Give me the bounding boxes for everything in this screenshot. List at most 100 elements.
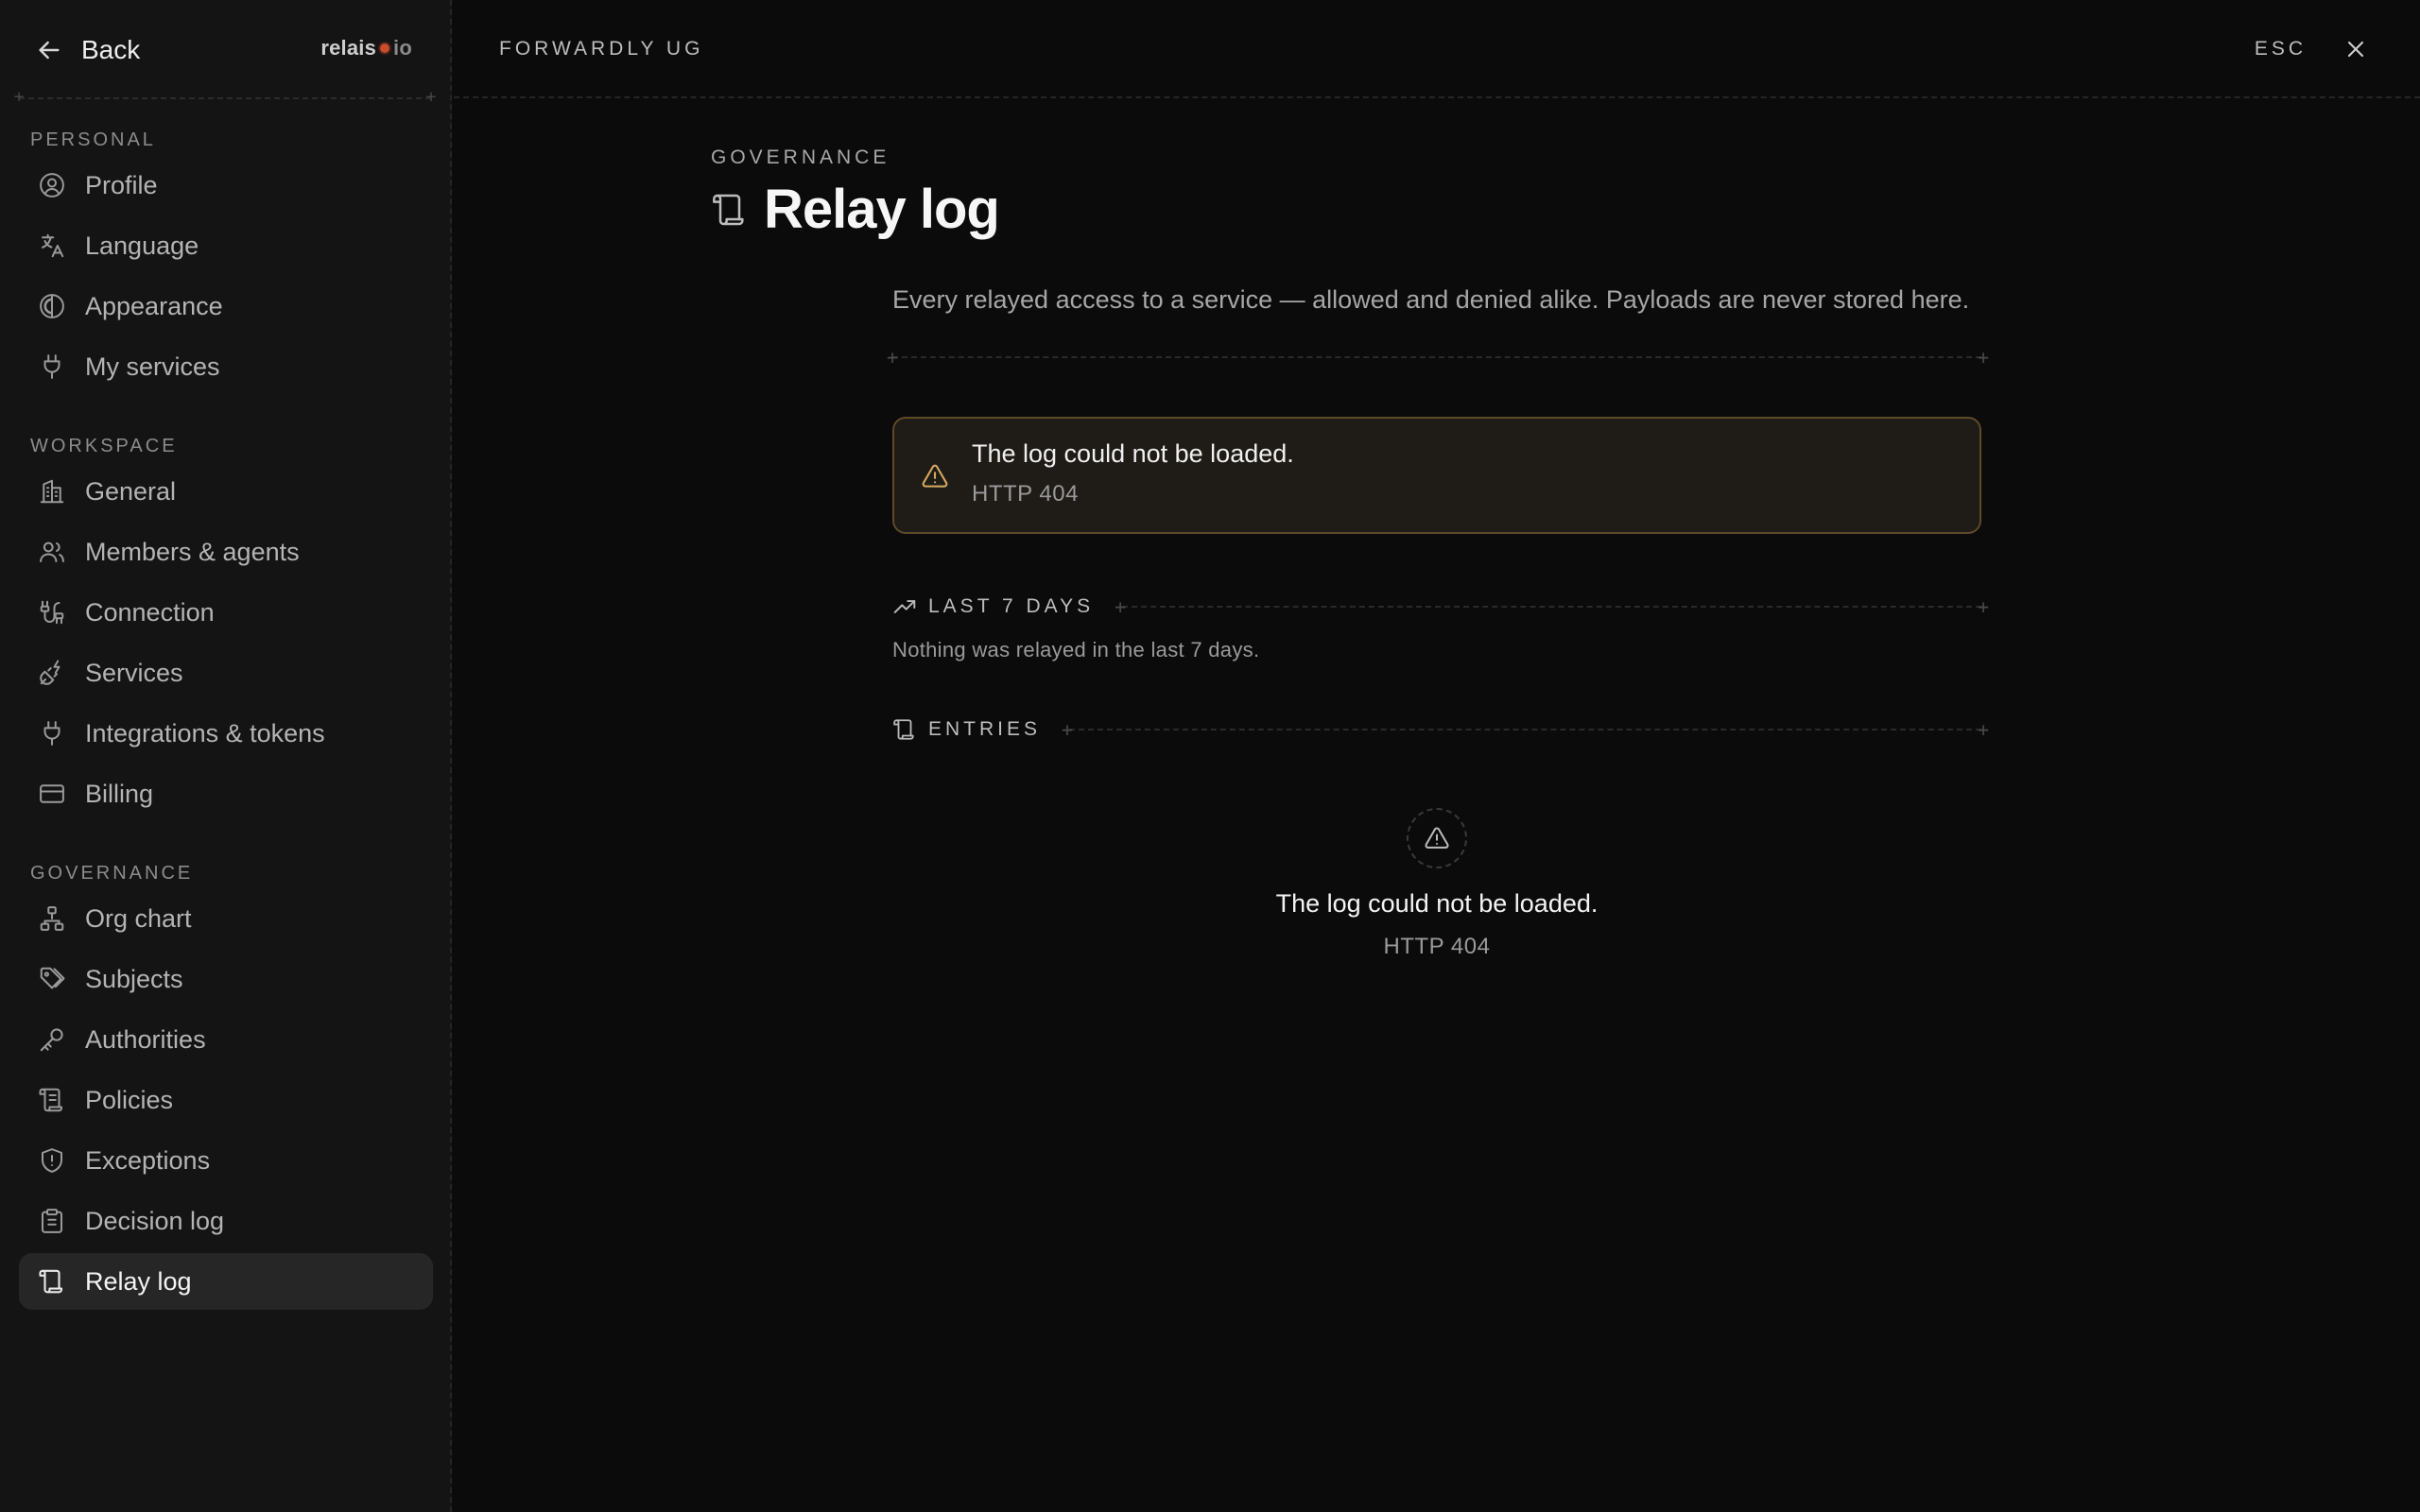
scroll-icon [892,717,917,742]
sidebar-item-integrations-tokens[interactable]: Integrations & tokens [19,705,433,762]
corner-plus-marker: + [1977,718,1989,741]
nav-section-governance: GOVERNANCE [30,863,194,884]
sidebar-item-label: Relay log [85,1266,192,1296]
workspace-name: FORWARDLY UG [499,38,704,60]
credit-card-icon [38,780,66,808]
plug-icon [38,352,66,381]
sidebar: Back relais io + + PERSONAL Profile Lang… [0,0,452,1512]
sidebar-item-org-chart[interactable]: Org chart [19,890,433,947]
corner-plus-marker: + [425,87,437,107]
tags-icon [38,965,66,993]
corner-plus-marker: + [1977,595,1989,618]
trending-up-icon [892,594,917,619]
entries-empty-state: The log could not be loaded. HTTP 404 [892,808,1981,960]
sidebar-item-label: General [85,476,177,506]
sidebar-item-authorities[interactable]: Authorities [19,1011,433,1068]
plug-icon [38,719,66,747]
cable-icon [38,598,66,627]
content-column: Every relayed access to a service — allo… [887,280,1989,960]
sidebar-item-label: Language [85,231,199,260]
entries-section-header: ENTRIES + + [892,715,1989,744]
sidebar-item-label: Org chart [85,903,192,933]
sidebar-item-decision-log[interactable]: Decision log [19,1193,433,1249]
alert-title: The log could not be loaded. [972,439,1294,468]
topbar: FORWARDLY UG ESC [454,0,2420,98]
trend-section-label: LAST 7 DAYS [928,595,1095,617]
sidebar-item-general[interactable]: General [19,463,433,520]
sidebar-divider: + + [14,89,437,106]
contrast-icon [38,292,66,320]
logo-dot [380,43,390,53]
sidebar-item-label: Profile [85,170,158,199]
empty-state-detail: HTTP 404 [1383,934,1491,959]
corner-plus-marker: + [13,87,25,107]
section-divider: + + [1062,720,1989,739]
scroll-icon [711,191,749,229]
sidebar-item-subjects[interactable]: Subjects [19,951,433,1007]
sidebar-item-label: Appearance [85,291,223,320]
sidebar-item-label: Connection [85,597,215,627]
page-title: Relay log [764,179,1000,240]
sidebar-item-my-services[interactable]: My services [19,338,433,395]
sidebar-item-services[interactable]: Services [19,644,433,701]
corner-plus-marker: + [887,346,899,369]
sidebar-item-policies[interactable]: Policies [19,1072,433,1128]
shield-alert-icon [38,1146,66,1175]
page-description: Every relayed access to a service — allo… [892,285,1970,314]
sidebar-item-label: Billing [85,779,154,808]
esc-hint[interactable]: ESC [2255,38,2307,60]
alert-detail: HTTP 404 [972,481,1079,507]
sidebar-item-language[interactable]: Language [19,217,433,274]
sidebar-item-label: Services [85,658,183,687]
section-divider: + + [1115,597,1989,616]
logo-text-primary: relais [320,36,377,60]
warning-triangle-icon [921,462,949,490]
section-divider: + + [887,348,1989,367]
sidebar-item-label: My services [85,352,220,381]
sidebar-item-profile[interactable]: Profile [19,157,433,214]
sidebar-item-label: Members & agents [85,537,300,566]
sidebar-item-billing[interactable]: Billing [19,765,433,822]
empty-state-icon-ring [1407,808,1467,868]
nav-section-workspace: WORKSPACE [30,436,178,456]
logo-text-secondary: io [393,36,412,60]
back-label: Back [81,35,141,64]
sidebar-item-exceptions[interactable]: Exceptions [19,1132,433,1189]
corner-plus-marker: + [1977,346,1989,369]
corner-plus-marker: + [1115,595,1127,618]
trend-section-header: LAST 7 DAYS + + [892,593,1989,621]
warning-triangle-icon [1424,825,1450,851]
sidebar-item-label: Exceptions [85,1145,211,1175]
brand-logo: relais io [320,36,412,60]
sidebar-item-label: Integrations & tokens [85,718,325,747]
back-button[interactable]: Back [34,30,140,70]
corner-plus-marker: + [1062,718,1074,741]
network-icon [38,904,66,933]
sidebar-header: Back relais io + + [0,0,450,106]
users-icon [38,538,66,566]
empty-state-title: The log could not be loaded. [1275,889,1599,918]
scroll-icon [38,1267,66,1296]
sidebar-item-label: Subjects [85,964,183,993]
arrow-left-icon [34,35,64,65]
trend-empty-text: Nothing was relayed in the last 7 days. [892,638,1260,662]
sidebar-item-connection[interactable]: Connection [19,584,433,641]
sidebar-item-label: Decision log [85,1206,225,1235]
sidebar-item-appearance[interactable]: Appearance [19,278,433,335]
plug-zap-icon [38,659,66,687]
building-icon [38,477,66,506]
close-icon [2342,36,2369,62]
sidebar-item-label: Policies [85,1085,174,1114]
close-button[interactable] [2342,36,2369,62]
sidebar-item-relay-log[interactable]: Relay log [19,1253,433,1310]
clipboard-icon [38,1207,66,1235]
sidebar-nav: PERSONAL Profile Language Appearance My … [19,117,433,1314]
translate-icon [38,232,66,260]
nav-section-personal: PERSONAL [30,129,156,150]
scroll-text-icon [38,1086,66,1114]
error-alert: The log could not be loaded. HTTP 404 [892,417,1981,534]
page-title-row: Relay log [711,178,1000,241]
sidebar-item-members-agents[interactable]: Members & agents [19,524,433,580]
page-eyebrow: GOVERNANCE [711,146,890,168]
key-icon [38,1025,66,1054]
